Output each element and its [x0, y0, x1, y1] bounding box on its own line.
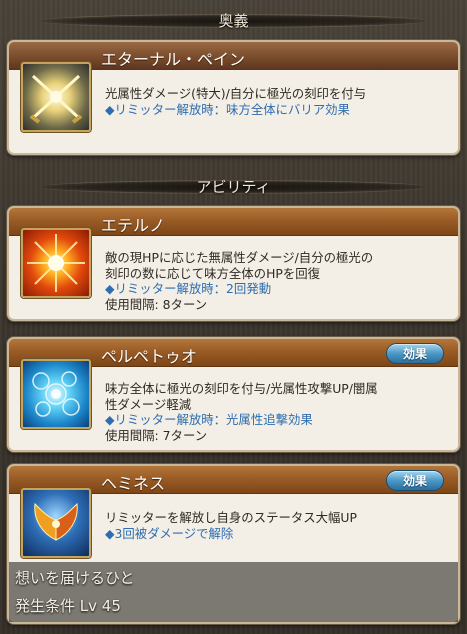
ougi-name: エターナル・ペイン: [101, 50, 246, 69]
ability-card-1: エテルノ 敵の現HPに応じた無属性ダメージ/自分の極光の 刻印の数に応じて味方全…: [7, 206, 460, 321]
ability-1-name: エテルノ: [101, 216, 166, 235]
unlock-title: 想いを届けるひと: [15, 569, 135, 587]
fire-burst-icon[interactable]: [21, 228, 91, 298]
ability-3-description: リミッターを解放し自身のステータス大幅UP ◆3回被ダメージで解除: [105, 510, 448, 541]
ougi-header-label: 奥義: [218, 11, 249, 30]
abilities-header-label: アビリティ: [196, 177, 271, 196]
ability-3-effect-button[interactable]: 効果: [386, 470, 444, 491]
ability-1-desc-line-1: 敵の現HPに応じた無属性ダメージ/自分の極光の: [105, 250, 374, 265]
ability-2-desc-line-2: 性ダメージ軽減: [105, 396, 192, 412]
ougi-card: エターナル・ペイン 光属性ダメージ(特大)/自分に極光の刻印を付与 ◆リミッター…: [7, 40, 460, 155]
ougi-section-header: 奥義: [0, 6, 467, 34]
ability-3-limit-text: ◆3回被ダメージで解除: [105, 525, 234, 541]
ability-1-limit-text: ◆リミッター解放時：2回発動: [105, 281, 272, 296]
ability-3-desc-line-1: リミッターを解放し自身のステータス大幅UP: [105, 510, 357, 525]
ougi-description: 光属性ダメージ(特大)/自分に極光の刻印を付与 ◆リミッター解放時：味方全体にバ…: [105, 86, 448, 117]
ability-2-name: ペルペトゥオ: [101, 347, 198, 366]
ability-1-description: 敵の現HPに応じた無属性ダメージ/自分の極光の 刻印の数に応じて味方全体のHPを…: [105, 250, 448, 312]
unlock-level: 発生条件 Lv 45: [15, 597, 121, 615]
phoenix-wing-icon[interactable]: [21, 488, 91, 558]
ability-3-name: ヘミネス: [101, 474, 166, 493]
ability-1-cooldown: 使用間隔: 8ターン: [105, 296, 208, 312]
unlock-condition-panel: 想いを届けるひと 発生条件 Lv 45: [9, 562, 458, 622]
ability-2-cooldown: 使用間隔: 7ターン: [105, 427, 208, 443]
ability-1-desc-line-2: 刻印の数に応じて味方全体のHPを回復: [105, 265, 321, 281]
crossed-swords-light-icon: [21, 62, 91, 132]
abilities-section-header: アビリティ: [0, 172, 467, 200]
ability-2-desc-line-1: 味方全体に極光の刻印を付与/光属性攻撃UP/闇属: [105, 381, 378, 396]
ability-2-description: 味方全体に極光の刻印を付与/光属性攻撃UP/闇属 性ダメージ軽減 ◆リミッター解…: [105, 381, 448, 443]
ougi-limit-text: ◆リミッター解放時：味方全体にバリア効果: [105, 101, 350, 117]
ougi-desc-text: 光属性ダメージ(特大)/自分に極光の刻印を付与: [105, 86, 367, 101]
ability-2-limit-text: ◆リミッター解放時：光属性追撃効果: [105, 412, 313, 427]
ability-2-effect-button[interactable]: 効果: [386, 343, 444, 364]
blue-bubbles-icon[interactable]: [21, 359, 91, 429]
ability-card-2: ペルペトゥオ 効果 味方全体に極光の刻印を付与/光属性攻撃UP/闇属 性ダメージ…: [7, 337, 460, 452]
